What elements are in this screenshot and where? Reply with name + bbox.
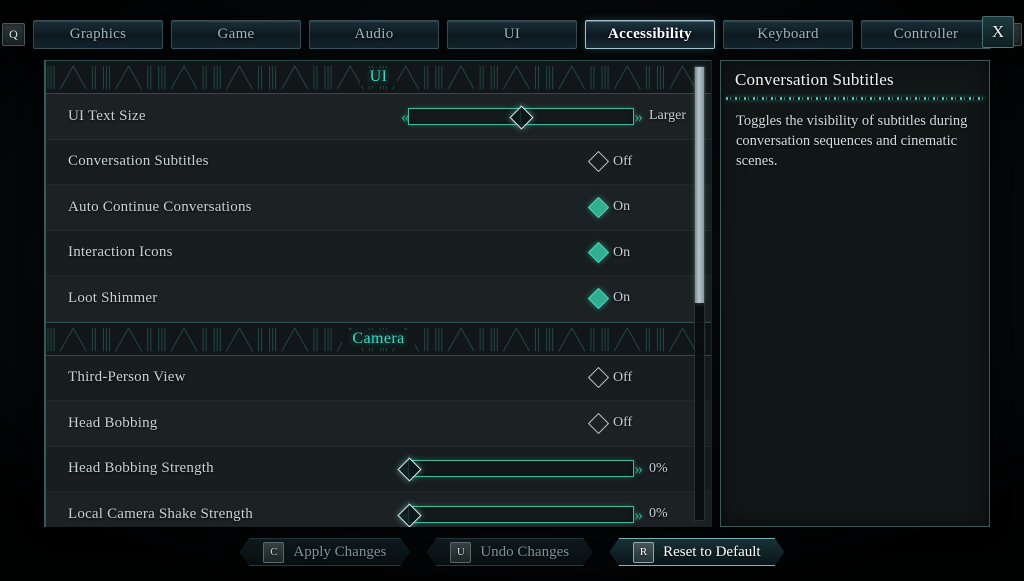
info-panel-title: Conversation Subtitles	[735, 70, 894, 89]
setting-label: Interaction Icons	[68, 244, 173, 261]
toggle-control[interactable]: Off	[551, 367, 711, 389]
action-apply-changes[interactable]: C Apply Changes	[239, 538, 410, 566]
tab-audio[interactable]: Audio	[309, 19, 439, 49]
slider-increase-icon[interactable]: »	[635, 460, 643, 477]
setting-row[interactable]: UI Text Size «» Larger	[46, 94, 711, 140]
section-header-ui: UI	[46, 60, 711, 94]
slider-increase-icon[interactable]: »	[635, 506, 643, 523]
setting-label: Loot Shimmer	[68, 289, 158, 306]
tab-game[interactable]: Game	[171, 19, 301, 49]
toggle-control[interactable]: On	[551, 287, 711, 309]
setting-row[interactable]: Interaction Icons On	[46, 230, 711, 276]
setting-control: «»0%	[397, 447, 711, 492]
toggle-value: On	[613, 199, 631, 215]
action-reset-to-default[interactable]: R Reset to Default	[609, 538, 784, 566]
action-key-hint: C	[263, 542, 284, 563]
setting-label: Auto Continue Conversations	[68, 198, 252, 215]
setting-row[interactable]: Local Camera Shake Strength «»0%	[46, 492, 711, 527]
setting-control: On	[551, 185, 711, 230]
setting-label: Head Bobbing	[68, 414, 158, 431]
tab-list: Graphics Game Audio UI Accessibility Keyboard…	[33, 19, 991, 49]
toggle-value: Off	[613, 369, 633, 385]
setting-row[interactable]: Conversation Subtitles Off	[46, 139, 711, 185]
setting-label: Local Camera Shake Strength	[68, 505, 253, 522]
info-panel-description: Toggles the visibility of subtitles duri…	[736, 113, 968, 169]
slider-track[interactable]	[407, 101, 634, 131]
setting-label: Head Bobbing Strength	[68, 460, 214, 477]
action-key-hint: R	[633, 542, 654, 563]
slider-track[interactable]	[397, 499, 634, 527]
toggle-control[interactable]: Off	[551, 151, 711, 173]
toggle-control[interactable]: On	[551, 196, 711, 218]
section-title: UI	[359, 68, 398, 86]
tab-accessibility[interactable]: Accessibility	[585, 19, 715, 49]
prev-tab-key-hint[interactable]: Q	[2, 22, 25, 46]
slider-increase-icon[interactable]: »	[635, 108, 643, 125]
setting-label: Conversation Subtitles	[68, 153, 209, 170]
action-label: Undo Changes	[480, 543, 570, 560]
setting-control: On	[551, 276, 711, 321]
settings-scrollbar[interactable]	[694, 66, 705, 521]
toggle-value: Off	[613, 153, 633, 169]
action-label: Apply Changes	[293, 543, 387, 560]
scrollbar-thumb[interactable]	[695, 67, 704, 303]
diamond-filled-icon	[587, 242, 610, 264]
slider-control[interactable]: «» Larger	[401, 101, 711, 131]
setting-row[interactable]: Head Bobbing Strength «»0%	[46, 446, 711, 492]
section-header-camera: Camera	[46, 321, 711, 356]
settings-list: UI UI Text Size «» Larger Conversation Subti…	[46, 60, 711, 527]
tab-graphics[interactable]: Graphics	[33, 19, 163, 49]
settings-tabbar: Q Graphics Game Audio UI Accessibility Keyboa…	[0, 18, 1024, 50]
setting-row[interactable]: Third-Person View Off	[46, 355, 711, 401]
action-undo-changes[interactable]: U Undo Changes	[426, 538, 593, 566]
action-bar: C Apply Changes U Undo Changes R Reset to Def…	[0, 536, 1024, 568]
slider-handle[interactable]	[509, 105, 534, 130]
action-key-hint: U	[450, 542, 471, 563]
settings-list-panel: UI UI Text Size «» Larger Conversation Subti…	[44, 60, 712, 527]
slider-control[interactable]: «»0%	[397, 454, 711, 484]
diamond-filled-icon	[587, 287, 610, 309]
setting-control: «» Larger	[401, 94, 711, 139]
setting-row[interactable]: Loot Shimmer On	[46, 276, 711, 322]
slider-track[interactable]	[397, 454, 634, 484]
diamond-outline-icon	[587, 367, 610, 389]
setting-control: On	[551, 231, 711, 276]
setting-control: Off	[551, 140, 711, 185]
toggle-control[interactable]: On	[551, 242, 711, 264]
info-panel: Conversation Subtitles Toggles the visib…	[720, 60, 990, 527]
section-title: Camera	[342, 329, 415, 348]
toggle-value: On	[613, 290, 631, 306]
settings-screen: Q Graphics Game Audio UI Accessibility Keyboa…	[0, 0, 1024, 581]
tab-ui[interactable]: UI	[447, 19, 577, 49]
setting-label: UI Text Size	[68, 107, 146, 124]
setting-control: «»0%	[397, 492, 711, 527]
diamond-outline-icon	[587, 412, 610, 434]
action-label: Reset to Default	[663, 543, 761, 560]
setting-control: Off	[551, 356, 711, 401]
diamond-outline-icon	[587, 151, 610, 173]
setting-row[interactable]: Head Bobbing Off	[46, 401, 711, 447]
toggle-value: On	[613, 244, 631, 260]
toggle-control[interactable]: Off	[551, 412, 711, 434]
close-button[interactable]: X	[982, 16, 1014, 48]
setting-row[interactable]: Auto Continue Conversations On	[46, 185, 711, 231]
tab-keyboard[interactable]: Keyboard	[723, 19, 853, 49]
slider-decrease-icon[interactable]: «	[401, 108, 409, 125]
diamond-filled-icon	[587, 196, 610, 218]
tab-controller[interactable]: Controller	[861, 19, 991, 49]
setting-label: Third-Person View	[68, 369, 186, 386]
setting-control: Off	[551, 401, 711, 446]
slider-control[interactable]: «»0%	[397, 499, 711, 527]
toggle-value: Off	[613, 415, 633, 431]
